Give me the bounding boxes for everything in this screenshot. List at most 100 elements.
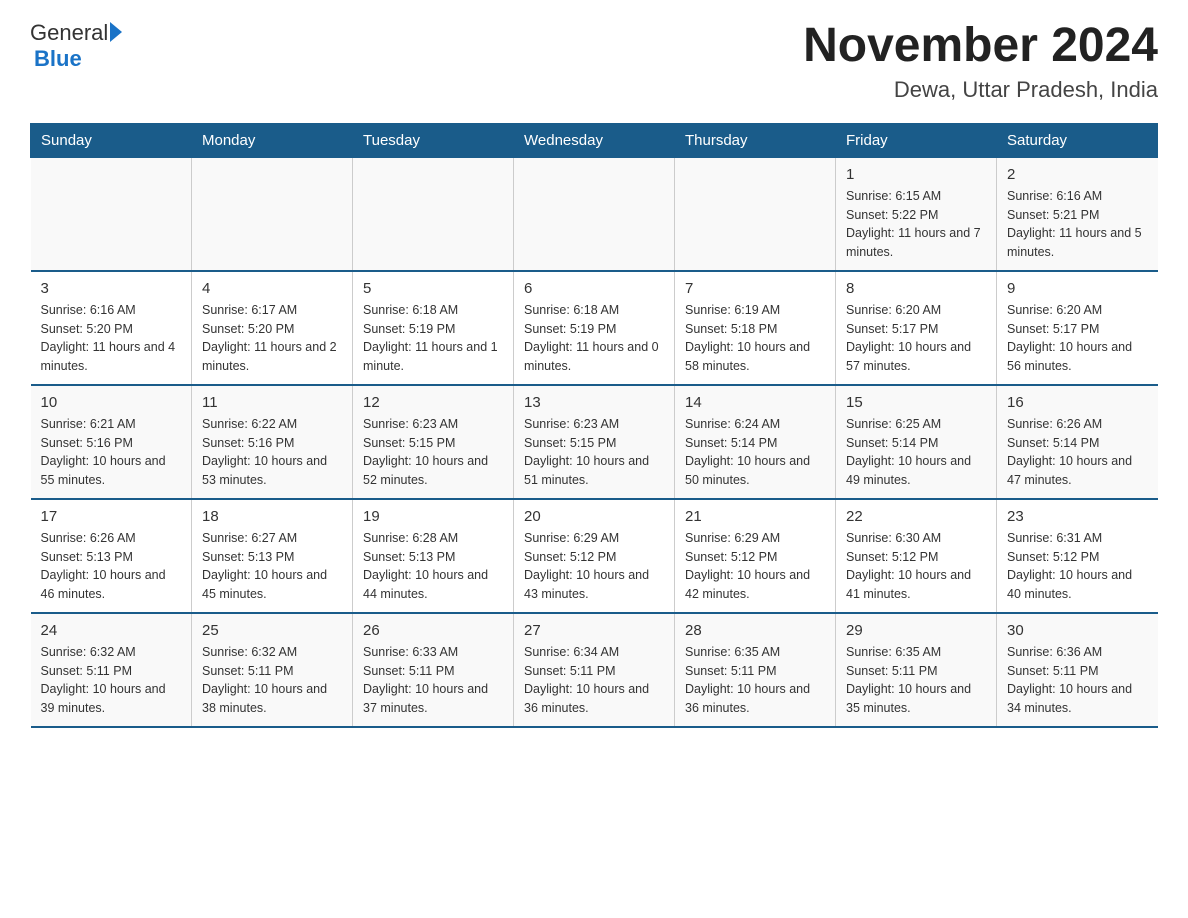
day-info: Sunrise: 6:29 AMSunset: 5:12 PMDaylight:… (524, 529, 664, 604)
calendar-cell (192, 157, 353, 271)
calendar-cell: 29 Sunrise: 6:35 AMSunset: 5:11 PMDayligh… (836, 613, 997, 727)
calendar-week-row: 24 Sunrise: 6:32 AMSunset: 5:11 PMDayligh… (31, 613, 1158, 727)
calendar-cell: 1 Sunrise: 6:15 AMSunset: 5:22 PMDaylight… (836, 157, 997, 271)
day-number: 6 (524, 280, 664, 297)
col-tuesday: Tuesday (353, 123, 514, 157)
calendar-cell: 27 Sunrise: 6:34 AMSunset: 5:11 PMDayligh… (514, 613, 675, 727)
calendar-week-row: 10 Sunrise: 6:21 AMSunset: 5:16 PMDayligh… (31, 385, 1158, 499)
day-info: Sunrise: 6:26 AMSunset: 5:14 PMDaylight:… (1007, 415, 1148, 490)
col-saturday: Saturday (997, 123, 1158, 157)
col-sunday: Sunday (31, 123, 192, 157)
day-number: 10 (41, 394, 182, 411)
day-number: 7 (685, 280, 825, 297)
day-number: 19 (363, 508, 503, 525)
title-block: November 2024 Dewa, Uttar Pradesh, India (803, 20, 1158, 103)
day-info: Sunrise: 6:19 AMSunset: 5:18 PMDaylight:… (685, 301, 825, 376)
day-info: Sunrise: 6:33 AMSunset: 5:11 PMDaylight:… (363, 643, 503, 718)
day-number: 28 (685, 622, 825, 639)
calendar-cell (514, 157, 675, 271)
calendar-table: Sunday Monday Tuesday Wednesday Thursday… (30, 123, 1158, 728)
day-info: Sunrise: 6:32 AMSunset: 5:11 PMDaylight:… (41, 643, 182, 718)
day-number: 22 (846, 508, 986, 525)
calendar-cell: 11Sunrise: 6:22 AMSunset: 5:16 PMDayligh… (192, 385, 353, 499)
header-row: Sunday Monday Tuesday Wednesday Thursday… (31, 123, 1158, 157)
calendar-cell: 6 Sunrise: 6:18 AMSunset: 5:19 PMDaylight… (514, 271, 675, 385)
day-number: 3 (41, 280, 182, 297)
day-number: 23 (1007, 508, 1148, 525)
day-info: Sunrise: 6:32 AMSunset: 5:11 PMDaylight:… (202, 643, 342, 718)
day-number: 25 (202, 622, 342, 639)
calendar-header: Sunday Monday Tuesday Wednesday Thursday… (31, 123, 1158, 157)
day-info: Sunrise: 6:34 AMSunset: 5:11 PMDaylight:… (524, 643, 664, 718)
day-number: 18 (202, 508, 342, 525)
day-number: 4 (202, 280, 342, 297)
calendar-cell: 5 Sunrise: 6:18 AMSunset: 5:19 PMDaylight… (353, 271, 514, 385)
calendar-cell: 23 Sunrise: 6:31 AMSunset: 5:12 PMDayligh… (997, 499, 1158, 613)
day-info: Sunrise: 6:25 AMSunset: 5:14 PMDaylight:… (846, 415, 986, 490)
calendar-week-row: 17 Sunrise: 6:26 AMSunset: 5:13 PMDayligh… (31, 499, 1158, 613)
calendar-cell: 17 Sunrise: 6:26 AMSunset: 5:13 PMDayligh… (31, 499, 192, 613)
day-number: 12 (363, 394, 503, 411)
day-info: Sunrise: 6:30 AMSunset: 5:12 PMDaylight:… (846, 529, 986, 604)
day-info: Sunrise: 6:36 AMSunset: 5:11 PMDaylight:… (1007, 643, 1148, 718)
calendar-cell: 20Sunrise: 6:29 AMSunset: 5:12 PMDayligh… (514, 499, 675, 613)
day-number: 21 (685, 508, 825, 525)
calendar-cell (353, 157, 514, 271)
day-number: 30 (1007, 622, 1148, 639)
calendar-cell: 7 Sunrise: 6:19 AMSunset: 5:18 PMDaylight… (675, 271, 836, 385)
day-info: Sunrise: 6:16 AMSunset: 5:20 PMDaylight:… (41, 301, 182, 376)
day-number: 2 (1007, 166, 1148, 183)
day-info: Sunrise: 6:35 AMSunset: 5:11 PMDaylight:… (846, 643, 986, 718)
calendar-cell: 21 Sunrise: 6:29 AMSunset: 5:12 PMDayligh… (675, 499, 836, 613)
calendar-subtitle: Dewa, Uttar Pradesh, India (803, 77, 1158, 103)
day-number: 1 (846, 166, 986, 183)
col-monday: Monday (192, 123, 353, 157)
day-info: Sunrise: 6:23 AMSunset: 5:15 PMDaylight:… (363, 415, 503, 490)
page-header: General Blue November 2024 Dewa, Uttar P… (30, 20, 1158, 103)
col-thursday: Thursday (675, 123, 836, 157)
calendar-cell: 15 Sunrise: 6:25 AMSunset: 5:14 PMDayligh… (836, 385, 997, 499)
calendar-cell (675, 157, 836, 271)
calendar-cell: 25 Sunrise: 6:32 AMSunset: 5:11 PMDayligh… (192, 613, 353, 727)
day-number: 29 (846, 622, 986, 639)
calendar-cell: 3 Sunrise: 6:16 AMSunset: 5:20 PMDaylight… (31, 271, 192, 385)
day-number: 26 (363, 622, 503, 639)
day-number: 27 (524, 622, 664, 639)
day-info: Sunrise: 6:20 AMSunset: 5:17 PMDaylight:… (846, 301, 986, 376)
day-info: Sunrise: 6:18 AMSunset: 5:19 PMDaylight:… (524, 301, 664, 376)
day-info: Sunrise: 6:20 AMSunset: 5:17 PMDaylight:… (1007, 301, 1148, 376)
calendar-cell: 24 Sunrise: 6:32 AMSunset: 5:11 PMDayligh… (31, 613, 192, 727)
day-number: 8 (846, 280, 986, 297)
calendar-cell: 12 Sunrise: 6:23 AMSunset: 5:15 PMDayligh… (353, 385, 514, 499)
calendar-cell: 16Sunrise: 6:26 AMSunset: 5:14 PMDayligh… (997, 385, 1158, 499)
calendar-cell: 28 Sunrise: 6:35 AMSunset: 5:11 PMDayligh… (675, 613, 836, 727)
calendar-cell: 22 Sunrise: 6:30 AMSunset: 5:12 PMDayligh… (836, 499, 997, 613)
day-info: Sunrise: 6:21 AMSunset: 5:16 PMDaylight:… (41, 415, 182, 490)
day-number: 24 (41, 622, 182, 639)
calendar-cell: 10 Sunrise: 6:21 AMSunset: 5:16 PMDayligh… (31, 385, 192, 499)
calendar-cell (31, 157, 192, 271)
day-info: Sunrise: 6:29 AMSunset: 5:12 PMDaylight:… (685, 529, 825, 604)
day-number: 17 (41, 508, 182, 525)
day-number: 9 (1007, 280, 1148, 297)
day-info: Sunrise: 6:18 AMSunset: 5:19 PMDaylight:… (363, 301, 503, 376)
calendar-cell: 8 Sunrise: 6:20 AMSunset: 5:17 PMDaylight… (836, 271, 997, 385)
calendar-body: 1 Sunrise: 6:15 AMSunset: 5:22 PMDaylight… (31, 157, 1158, 727)
day-info: Sunrise: 6:15 AMSunset: 5:22 PMDaylight:… (846, 187, 986, 262)
day-info: Sunrise: 6:27 AMSunset: 5:13 PMDaylight:… (202, 529, 342, 604)
calendar-cell: 4Sunrise: 6:17 AMSunset: 5:20 PMDaylight… (192, 271, 353, 385)
day-number: 15 (846, 394, 986, 411)
day-info: Sunrise: 6:35 AMSunset: 5:11 PMDaylight:… (685, 643, 825, 718)
col-wednesday: Wednesday (514, 123, 675, 157)
day-number: 13 (524, 394, 664, 411)
calendar-cell: 9 Sunrise: 6:20 AMSunset: 5:17 PMDaylight… (997, 271, 1158, 385)
day-info: Sunrise: 6:31 AMSunset: 5:12 PMDaylight:… (1007, 529, 1148, 604)
logo-general-text: General (30, 20, 108, 46)
calendar-cell: 2 Sunrise: 6:16 AMSunset: 5:21 PMDaylight… (997, 157, 1158, 271)
day-info: Sunrise: 6:23 AMSunset: 5:15 PMDaylight:… (524, 415, 664, 490)
day-number: 5 (363, 280, 503, 297)
logo: General Blue (30, 20, 122, 72)
day-number: 11 (202, 394, 342, 411)
day-info: Sunrise: 6:26 AMSunset: 5:13 PMDaylight:… (41, 529, 182, 604)
day-info: Sunrise: 6:16 AMSunset: 5:21 PMDaylight:… (1007, 187, 1148, 262)
